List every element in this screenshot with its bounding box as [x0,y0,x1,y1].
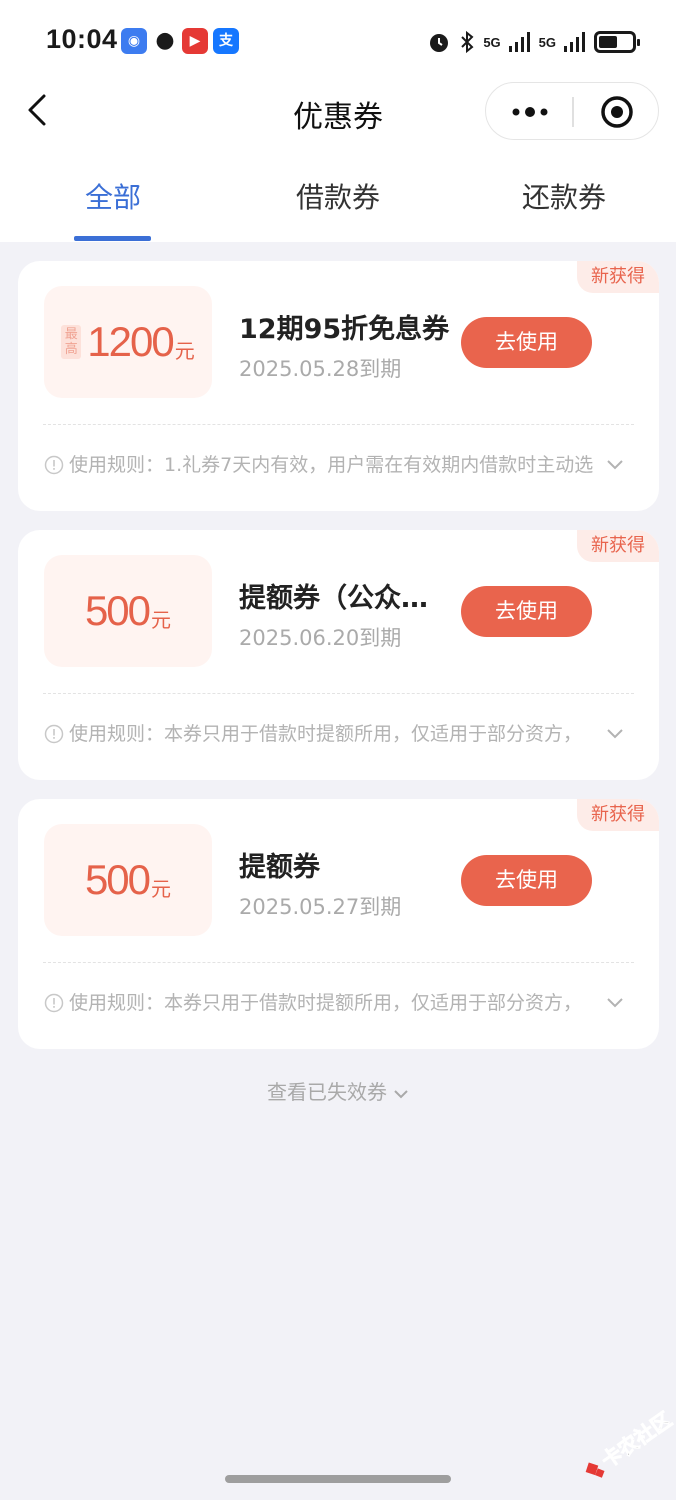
divider [43,693,634,694]
coupon-amount: 500 [84,587,151,634]
coupon-unit: 元 [174,338,195,363]
signal-icon-2 [564,32,585,52]
status-bar: 10:04 ◉ ● ▶ 支 5G 5G [0,0,676,82]
status-time: 10:04 [46,24,118,54]
coupon-title: 12期95折免息券 [239,314,450,345]
alarm-icon [430,34,449,52]
signal-icon-1 [508,32,530,52]
use-coupon-button[interactable]: 去使用 [461,586,592,637]
coupon-card: 新获得 500 元 提额券 2025.05.27到期 去使用 使用规则：本券只用… [18,799,659,1049]
coupon-unit: 元 [151,876,172,901]
usage-rule-row[interactable]: 使用规则：本券只用于借款时提额所用，仅适用于部分资方， [44,989,624,1017]
chevron-down-icon [394,1089,408,1098]
tab-all[interactable]: 全部 [13,176,213,216]
usage-rule-text: 使用规则：本券只用于借款时提额所用，仅适用于部分资方， [69,992,583,1014]
use-coupon-button[interactable]: 去使用 [461,855,592,906]
max-tag: 最高 [61,325,82,359]
coupon-amount-box: 500 元 [44,555,212,667]
usage-rule-row[interactable]: 使用规则：本券只用于借款时提额所用，仅适用于部分资方， [44,720,624,748]
capsule-divider [572,97,574,127]
tab-loan-coupons[interactable]: 借款券 [238,176,438,216]
active-tab-indicator [74,236,151,241]
tab-repay-coupons[interactable]: 还款券 [464,176,664,216]
usage-rule-row[interactable]: 使用规则：1.礼券7天内有效，用户需在有效期内借款时主动选 [44,451,624,479]
close-target-icon[interactable] [599,94,635,130]
video-app-icon: ▶ [182,28,208,54]
coupon-amount-box: 最高 1200 元 [44,286,212,398]
wechat-icon: ● [155,28,175,53]
coupon-amount-box: 500 元 [44,824,212,936]
usage-rule-text: 使用规则：1.礼券7天内有效，用户需在有效期内借款时主动选 [69,454,594,476]
coupon-expire-date: 2025.06.20到期 [239,626,402,650]
coupon-unit: 元 [151,607,172,632]
new-badge: 新获得 [577,261,659,293]
coupon-card: 新获得 500 元 提额券（公众… 2025.06.20到期 去使用 使用规则：… [18,530,659,780]
info-icon [44,455,64,475]
divider [43,962,634,963]
divider [43,424,634,425]
chevron-down-icon[interactable] [606,997,624,1009]
home-indicator[interactable] [225,1475,451,1483]
coupon-title: 提额券（公众… [239,583,428,614]
view-expired-label: 查看已失效券 [267,1080,387,1104]
nav-bar: 优惠券 [0,82,676,160]
info-icon [44,993,64,1013]
info-icon [44,724,64,744]
chevron-down-icon[interactable] [606,459,624,471]
coupon-card: 新获得 最高 1200 元 12期95折免息券 2025.05.28到期 去使用… [18,261,659,511]
usage-rule-text: 使用规则：本券只用于借款时提额所用，仅适用于部分资方， [69,723,583,745]
coupon-tabs: 全部 借款券 还款券 [0,160,676,242]
new-badge: 新获得 [577,530,659,562]
alipay-icon: 支 [213,28,239,54]
view-expired-coupons-link[interactable]: 查看已失效券 [0,1076,676,1105]
system-icons: 5G 5G [427,26,640,58]
coupon-amount: 500 [84,856,151,903]
coupon-amount: 1200 [87,318,174,365]
app-notification-icon: ◉ [121,28,147,54]
coupon-title: 提额券 [239,852,320,883]
svg-text:卡农社区: 卡农社区 [597,1410,674,1473]
coupon-expire-date: 2025.05.27到期 [239,895,402,919]
signal-5g-label-1: 5G [483,34,501,50]
bluetooth-icon [461,30,474,54]
chevron-down-icon[interactable] [606,728,624,740]
coupon-expire-date: 2025.05.28到期 [239,357,402,381]
more-icon[interactable] [510,104,550,120]
mini-program-capsule [485,82,659,140]
battery-icon [594,31,640,53]
community-watermark-logo: 卡农社区 [585,1410,674,1478]
signal-5g-label-2: 5G [538,34,556,50]
use-coupon-button[interactable]: 去使用 [461,317,592,368]
new-badge: 新获得 [577,799,659,831]
